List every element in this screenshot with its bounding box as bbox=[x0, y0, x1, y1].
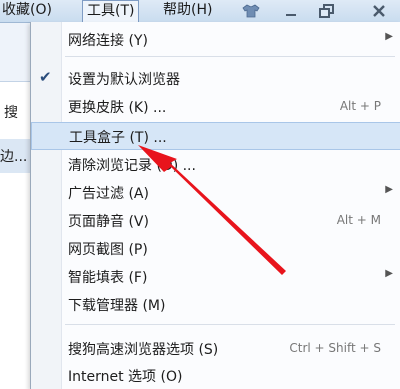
menu-item-internet-options[interactable]: Internet 选项 (O) bbox=[31, 363, 400, 387]
menu-item-change-skin[interactable]: 更换皮肤 (K) ... Alt + P bbox=[31, 94, 400, 118]
menu-item-network-connection[interactable]: 网络连接 (Y) ▶ bbox=[31, 27, 400, 51]
menu-item-browser-options[interactable]: 搜狗高速浏览器选项 (S) Ctrl + Shift + S bbox=[31, 336, 400, 360]
menu-item-shortcut: Alt + P bbox=[339, 99, 381, 113]
menu-item-shortcut: Ctrl + Shift + S bbox=[289, 341, 381, 355]
tshirt-icon bbox=[242, 4, 260, 18]
menu-item-label: 下载管理器 (M) bbox=[68, 298, 166, 314]
menu-item-label: 清除浏览记录 (D) ... bbox=[68, 158, 196, 174]
sidebar-fragment: 边... bbox=[0, 139, 30, 174]
menu-item-smart-form-fill[interactable]: 智能填表 (F) ▶ bbox=[31, 264, 400, 288]
menu-item-label: 网络连接 (Y) bbox=[68, 33, 148, 49]
menu-item-screenshot[interactable]: 网页截图 (P) bbox=[31, 236, 400, 260]
page-area-fragment bbox=[0, 173, 30, 389]
side-fragment-text: 边... bbox=[0, 149, 28, 165]
close-icon bbox=[373, 5, 385, 17]
restore-icon bbox=[319, 4, 334, 18]
minimize-button[interactable] bbox=[276, 0, 306, 22]
restore-button[interactable] bbox=[312, 0, 342, 22]
menu-item-ad-filter[interactable]: 广告过滤 (A) ▶ bbox=[31, 180, 400, 204]
checkmark-icon: ✔ bbox=[39, 68, 52, 86]
menu-item-label: 智能填表 (F) bbox=[68, 270, 148, 286]
menu-item-label: 网页截图 (P) bbox=[68, 242, 148, 258]
menu-favorites[interactable]: 收藏(O) bbox=[2, 0, 52, 22]
menu-item-download-manager[interactable]: 下载管理器 (M) bbox=[31, 292, 400, 316]
menu-separator bbox=[65, 56, 395, 57]
menu-item-label: 广告过滤 (A) bbox=[68, 186, 149, 202]
submenu-arrow-icon: ▶ bbox=[385, 184, 393, 195]
search-bar-fragment: 搜 bbox=[0, 81, 30, 141]
menu-item-shortcut: Alt + M bbox=[336, 213, 381, 227]
menu-item-label: 设置为默认浏览器 bbox=[68, 72, 180, 88]
tools-dropdown-menu: 网络连接 (Y) ▶ ✔ 设置为默认浏览器 更换皮肤 (K) ... Alt +… bbox=[30, 22, 400, 389]
menu-separator bbox=[65, 324, 395, 325]
submenu-arrow-icon: ▶ bbox=[385, 31, 393, 42]
background-strip bbox=[0, 23, 30, 81]
skin-button[interactable] bbox=[236, 0, 266, 22]
menu-item-label: 更换皮肤 (K) ... bbox=[68, 100, 167, 116]
menu-item-clear-history[interactable]: 清除浏览记录 (D) ... bbox=[31, 152, 400, 176]
browser-background: 搜 边... bbox=[0, 23, 30, 389]
menu-item-toolbox[interactable]: 工具盒子 (T) ... bbox=[31, 122, 400, 150]
browser-menubar: 收藏(O) 工具(T) 帮助(H) bbox=[0, 0, 400, 23]
minimize-icon bbox=[286, 14, 296, 16]
menu-tools[interactable]: 工具(T) bbox=[82, 0, 140, 22]
menu-item-set-default-browser[interactable]: ✔ 设置为默认浏览器 bbox=[31, 66, 400, 90]
menu-item-label: 搜狗高速浏览器选项 (S) bbox=[68, 342, 219, 358]
menu-help[interactable]: 帮助(H) bbox=[163, 0, 212, 22]
search-fragment-text: 搜 bbox=[4, 105, 18, 121]
menu-item-label: 工具盒子 (T) ... bbox=[69, 130, 167, 146]
submenu-arrow-icon: ▶ bbox=[385, 268, 393, 279]
close-button[interactable] bbox=[364, 0, 394, 22]
menu-item-label: 页面静音 (V) bbox=[68, 214, 149, 230]
menu-item-label: Internet 选项 (O) bbox=[68, 369, 183, 385]
menu-item-mute-page[interactable]: 页面静音 (V) Alt + M bbox=[31, 208, 400, 232]
